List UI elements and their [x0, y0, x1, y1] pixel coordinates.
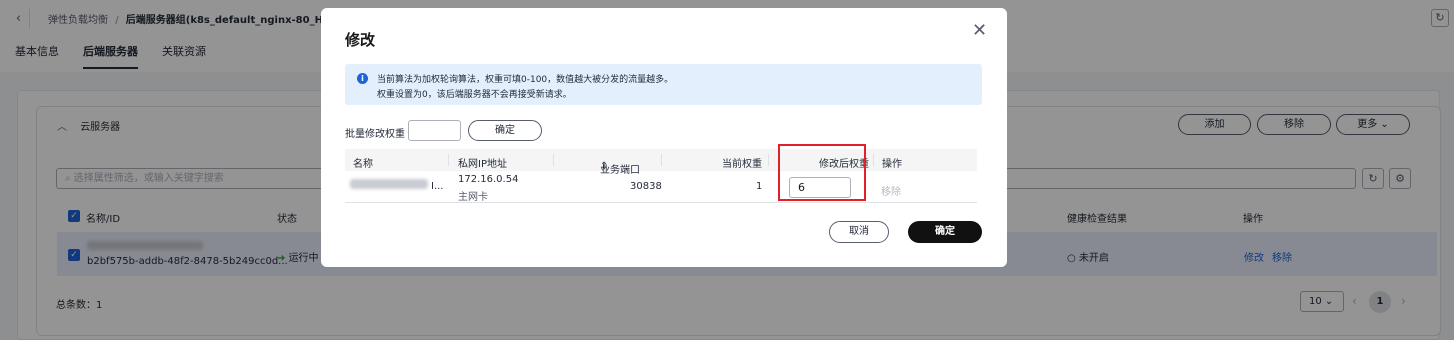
- remove-link-disabled: 移除: [881, 187, 901, 198]
- column-divider: [553, 154, 554, 166]
- nic-type: 主网卡: [458, 192, 488, 203]
- batch-confirm-button[interactable]: 确定: [468, 120, 542, 141]
- edit-weight-dialog: 修改 ✕ i 当前算法为加权轮询算法，权重可填0-100，数值越大被分发的流量越…: [321, 8, 1007, 267]
- column-divider: [873, 154, 874, 166]
- info-banner: i 当前算法为加权轮询算法，权重可填0-100，数值越大被分发的流量越多。 权重…: [345, 64, 982, 105]
- header-name: 名称: [353, 159, 373, 170]
- current-weight: 1: [756, 181, 763, 192]
- column-divider: [448, 154, 449, 166]
- dialog-table-header: 名称 私网IP地址 业务端口 ⇕ 当前权重 修改后权重 操作: [345, 149, 977, 176]
- column-divider: [768, 154, 769, 166]
- batch-weight-input[interactable]: [408, 120, 461, 141]
- info-icon: i: [357, 73, 368, 84]
- private-ip: 172.16.0.54: [458, 174, 519, 185]
- info-line-2: 权重设置为0，该后端服务器不会再接受新请求。: [377, 90, 572, 100]
- column-divider: [661, 154, 662, 166]
- dialog-title: 修改: [345, 31, 376, 49]
- redacted-server-name: [350, 179, 428, 189]
- cancel-button[interactable]: 取消: [829, 221, 889, 243]
- header-private-ip: 私网IP地址: [458, 159, 507, 170]
- highlight-box: [778, 144, 866, 201]
- info-line-1: 当前算法为加权轮询算法，权重可填0-100，数值越大被分发的流量越多。: [377, 75, 674, 85]
- header-ops: 操作: [882, 159, 902, 170]
- close-icon[interactable]: ✕: [972, 22, 987, 40]
- service-port: 30838: [630, 181, 662, 192]
- server-name-suffix: I...: [431, 181, 444, 192]
- header-current-weight: 当前权重: [722, 159, 762, 170]
- batch-weight-label: 批量修改权重: [345, 129, 405, 140]
- confirm-button[interactable]: 确定: [908, 221, 982, 243]
